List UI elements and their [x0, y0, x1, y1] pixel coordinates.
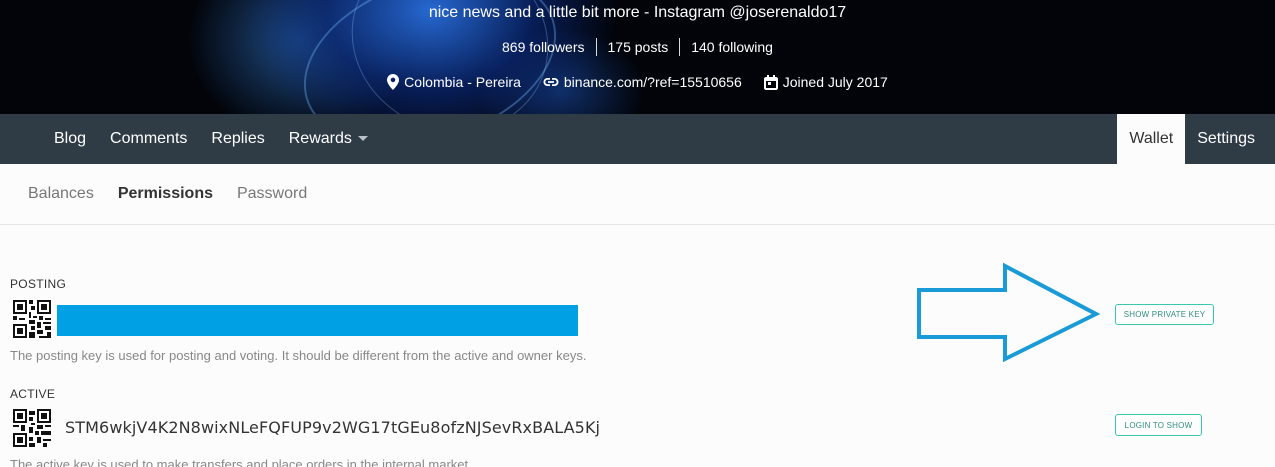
- joined-text: Joined July 2017: [782, 74, 888, 90]
- profile-website[interactable]: binance.com/?ref=15510656: [543, 74, 742, 90]
- arrow-annotation-icon: [917, 262, 1101, 362]
- profile-meta: Colombia - Pereira binance.com/?ref=1551…: [0, 74, 1275, 90]
- nav-right: Wallet Settings: [1117, 114, 1267, 164]
- posting-description: The posting key is used for posting and …: [10, 348, 587, 363]
- posts-count: 175 posts: [595, 38, 680, 56]
- caret-down-icon: [357, 135, 368, 141]
- nav-left: Blog Comments Replies Rewards: [42, 114, 380, 164]
- profile-navbar: Blog Comments Replies Rewards Wallet Set…: [0, 114, 1275, 164]
- nav-tab-replies[interactable]: Replies: [199, 130, 276, 148]
- subtab-permissions[interactable]: Permissions: [106, 185, 225, 203]
- link-icon: [543, 78, 559, 86]
- location-text: Colombia - Pereira: [404, 74, 521, 90]
- profile-stats: 869 followers 175 posts 140 following: [0, 38, 1275, 56]
- profile-joined: Joined July 2017: [763, 74, 888, 90]
- nav-tab-comments[interactable]: Comments: [98, 130, 199, 148]
- following-count[interactable]: 140 following: [679, 38, 784, 56]
- login-to-show-button[interactable]: LOGIN TO SHOW: [1115, 414, 1202, 436]
- nav-tab-rewards-label: Rewards: [288, 130, 352, 147]
- qr-code-icon[interactable]: [13, 409, 51, 447]
- active-label: ACTIVE: [10, 387, 56, 401]
- active-public-key: STM6wkjV4K2N8wixNLeFQFUP9v2WG17tGEu8ofzN…: [65, 418, 601, 437]
- location-pin-icon: [387, 74, 400, 90]
- nav-tab-blog[interactable]: Blog: [42, 130, 98, 148]
- followers-count[interactable]: 869 followers: [491, 38, 596, 56]
- profile-banner: nice news and a little bit more - Instag…: [0, 0, 1275, 114]
- posting-label: POSTING: [10, 277, 67, 291]
- website-link[interactable]: binance.com/?ref=15510656: [564, 74, 742, 90]
- calendar-icon: [763, 74, 778, 90]
- subtab-password[interactable]: Password: [225, 185, 319, 203]
- qr-code-icon[interactable]: [13, 300, 51, 338]
- subtab-balances[interactable]: Balances: [16, 185, 106, 203]
- wallet-subtabs: Balances Permissions Password: [0, 164, 1275, 225]
- profile-location: Colombia - Pereira: [387, 74, 521, 90]
- show-private-key-button[interactable]: SHOW PRIVATE KEY: [1115, 304, 1214, 325]
- nav-tab-rewards[interactable]: Rewards: [277, 130, 380, 148]
- nav-tab-wallet[interactable]: Wallet: [1117, 114, 1186, 164]
- nav-tab-settings[interactable]: Settings: [1185, 114, 1267, 164]
- profile-tagline: nice news and a little bit more - Instag…: [428, 4, 847, 21]
- active-description: The active key is used to make transfers…: [10, 457, 472, 467]
- posting-key-redacted: [57, 305, 578, 336]
